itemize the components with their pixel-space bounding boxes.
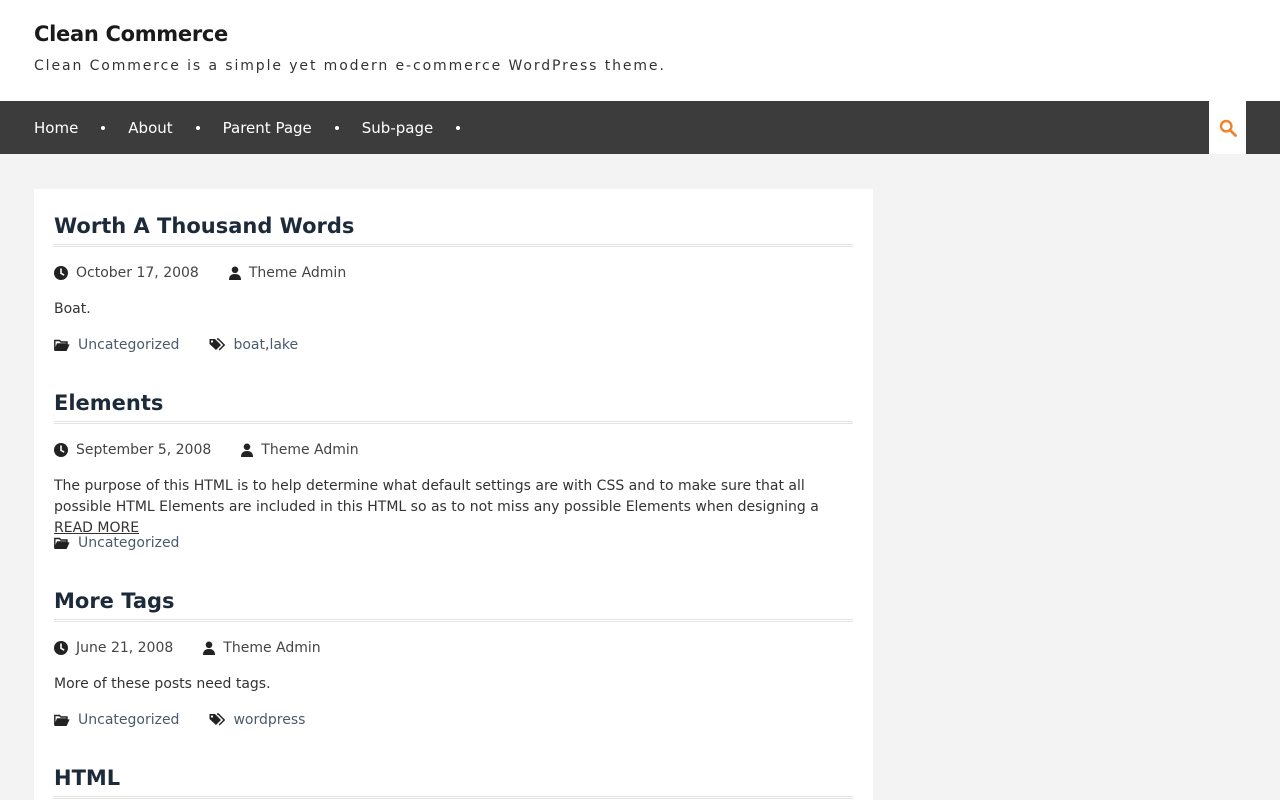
tags-icon (209, 338, 226, 351)
post-author[interactable]: Theme Admin (203, 640, 321, 656)
post-meta: September 5, 2008 Theme Admin (54, 440, 389, 460)
category-link[interactable]: Uncategorized (78, 337, 179, 353)
category-link[interactable]: Uncategorized (78, 535, 179, 551)
nav-separator-dot (334, 125, 339, 130)
nav-separator-dot (456, 125, 461, 130)
post-excerpt: More of these posts need tags. (54, 676, 271, 692)
post-categories: Uncategorized (54, 337, 179, 353)
post-date[interactable]: September 5, 2008 (54, 442, 211, 458)
clock-icon (54, 443, 68, 457)
nav-menu: Home About Parent Page Sub-page (34, 101, 483, 154)
user-icon (203, 641, 216, 655)
post-article: HTML (54, 763, 853, 793)
nav-item-parent-page[interactable]: Parent Page (223, 119, 362, 137)
content-area: Worth A Thousand Words October 17, 2008 … (34, 189, 873, 800)
nav-separator-dot (101, 125, 106, 130)
post-footer: Uncategorized (54, 533, 209, 553)
post-date[interactable]: October 17, 2008 (54, 265, 199, 281)
post-excerpt: The purpose of this HTML is to help dete… (54, 476, 853, 539)
post-author-text[interactable]: Theme Admin (249, 265, 346, 281)
tag-link[interactable]: boat (233, 337, 265, 353)
post-date-text[interactable]: September 5, 2008 (76, 442, 211, 458)
post-categories: Uncategorized (54, 535, 179, 551)
folder-open-icon (54, 537, 70, 549)
title-divider (54, 244, 853, 247)
post-article: More Tags (54, 586, 853, 616)
post-title[interactable]: More Tags (54, 586, 853, 616)
post-author-text[interactable]: Theme Admin (223, 640, 320, 656)
post-tags: wordpress (209, 712, 305, 728)
post-tags: boat , lake (209, 337, 298, 353)
post-meta: October 17, 2008 Theme Admin (54, 263, 376, 283)
nav-separator-dot (195, 125, 200, 130)
user-icon (241, 443, 254, 457)
nav-item-label[interactable]: Sub-page (362, 119, 433, 137)
post-title[interactable]: HTML (54, 763, 853, 793)
post-author[interactable]: Theme Admin (228, 265, 346, 281)
nav-item-about[interactable]: About (128, 119, 222, 137)
search-icon[interactable] (1219, 119, 1237, 137)
tag-link[interactable]: wordpress (233, 712, 305, 728)
post-article: Elements (54, 388, 853, 418)
nav-item-sub-page[interactable]: Sub-page (362, 119, 483, 137)
title-divider (54, 796, 853, 799)
site-header: Clean Commerce Clean Commerce is a simpl… (0, 0, 1280, 101)
post-meta: June 21, 2008 Theme Admin (54, 638, 351, 658)
user-icon (228, 266, 241, 280)
nav-item-label[interactable]: Home (34, 119, 78, 137)
title-divider (54, 619, 853, 622)
tags-icon (209, 713, 226, 726)
post-date-text[interactable]: June 21, 2008 (76, 640, 173, 656)
folder-open-icon (54, 339, 70, 351)
tag-link[interactable]: lake (269, 337, 298, 353)
post-author[interactable]: Theme Admin (241, 442, 359, 458)
post-title[interactable]: Elements (54, 388, 853, 418)
site-description: Clean Commerce is a simple yet modern e-… (34, 58, 666, 74)
nav-item-home[interactable]: Home (34, 119, 128, 137)
site-title[interactable]: Clean Commerce (34, 20, 228, 48)
main-navigation: Home About Parent Page Sub-page (0, 101, 1280, 154)
post-title[interactable]: Worth A Thousand Words (54, 211, 853, 241)
post-date[interactable]: June 21, 2008 (54, 640, 173, 656)
post-excerpt: Boat. (54, 301, 91, 317)
post-categories: Uncategorized (54, 712, 179, 728)
folder-open-icon (54, 714, 70, 726)
search-button[interactable] (1209, 101, 1246, 154)
clock-icon (54, 266, 68, 280)
nav-item-label[interactable]: About (128, 119, 172, 137)
nav-item-label[interactable]: Parent Page (223, 119, 312, 137)
post-article: Worth A Thousand Words (54, 211, 853, 241)
post-footer: Uncategorized boat , lake (54, 335, 298, 355)
category-link[interactable]: Uncategorized (78, 712, 179, 728)
post-date-text[interactable]: October 17, 2008 (76, 265, 199, 281)
post-author-text[interactable]: Theme Admin (261, 442, 358, 458)
clock-icon (54, 641, 68, 655)
title-divider (54, 421, 853, 424)
post-excerpt-text: The purpose of this HTML is to help dete… (54, 478, 819, 515)
post-footer: Uncategorized wordpress (54, 710, 305, 730)
